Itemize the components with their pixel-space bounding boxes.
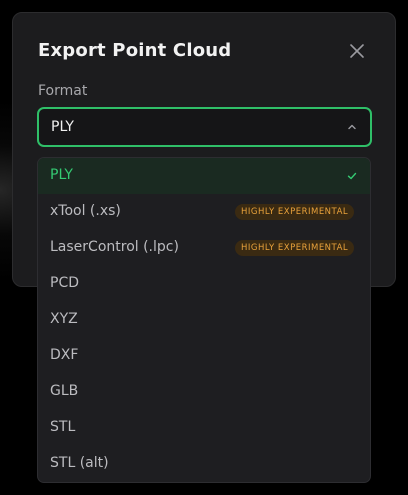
- dropdown-option-glb[interactable]: GLB: [38, 374, 370, 410]
- dropdown-option-lasercontrol[interactable]: LaserControl (.lpc) HIGHLY EXPERIMENTAL: [38, 230, 370, 266]
- close-button[interactable]: [347, 41, 367, 61]
- dropdown-option-stl[interactable]: STL: [38, 410, 370, 446]
- check-icon: [347, 172, 357, 180]
- format-selected-value: PLY: [51, 119, 74, 135]
- format-dropdown-list: PLY xTool (.xs) HIGHLY EXPERIMENTAL Lase…: [37, 157, 371, 483]
- option-label: DXF: [50, 347, 79, 363]
- close-icon: [350, 44, 364, 58]
- dropdown-option-stl-alt[interactable]: STL (alt): [38, 446, 370, 482]
- dropdown-option-dxf[interactable]: DXF: [38, 338, 370, 374]
- option-label: STL (alt): [50, 455, 109, 471]
- chevron-up-icon: [348, 124, 356, 130]
- dropdown-option-pcd[interactable]: PCD: [38, 266, 370, 302]
- experimental-badge: HIGHLY EXPERIMENTAL: [235, 204, 355, 220]
- option-label: XYZ: [50, 311, 78, 327]
- option-label: xTool (.xs): [50, 203, 121, 219]
- dropdown-option-ply[interactable]: PLY: [38, 158, 370, 194]
- format-select[interactable]: PLY: [37, 107, 372, 147]
- dropdown-option-xtool[interactable]: xTool (.xs) HIGHLY EXPERIMENTAL: [38, 194, 370, 230]
- dialog-title: Export Point Cloud: [38, 40, 232, 61]
- option-label: STL: [50, 419, 76, 435]
- experimental-badge: HIGHLY EXPERIMENTAL: [235, 240, 355, 256]
- format-label: Format: [38, 83, 88, 99]
- option-label: PLY: [50, 167, 73, 183]
- option-label: LaserControl (.lpc): [50, 239, 179, 255]
- option-label: GLB: [50, 383, 79, 399]
- dropdown-option-xyz[interactable]: XYZ: [38, 302, 370, 338]
- option-label: PCD: [50, 275, 79, 291]
